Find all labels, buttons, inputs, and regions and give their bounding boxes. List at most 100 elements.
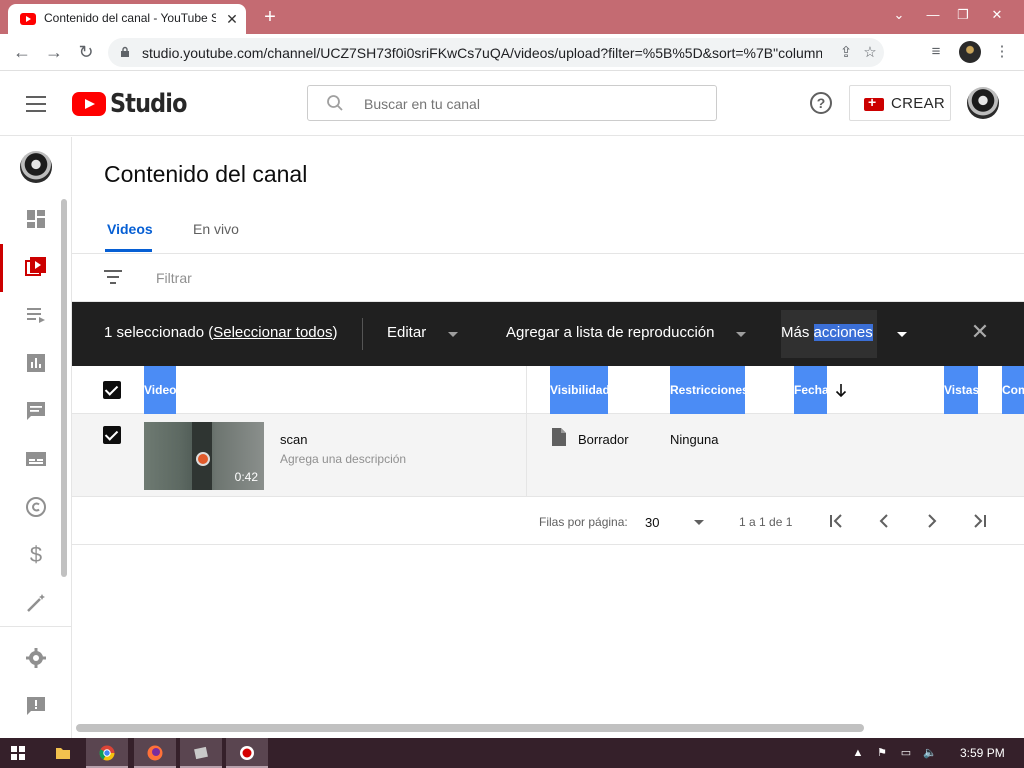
media-queue-icon[interactable]: ≡ (926, 42, 946, 62)
tab-videos[interactable]: Videos (107, 221, 153, 237)
taskbar-file-explorer[interactable] (42, 738, 84, 768)
tray-expand-icon[interactable]: ▲ (850, 745, 866, 761)
taskbar-clock[interactable]: 3:59 PM (960, 746, 1005, 760)
col-date[interactable]: Fecha (794, 366, 827, 414)
tray-network-icon[interactable]: ▭ (898, 745, 914, 761)
url-text: studio.youtube.com/channel/UCZ7SH73f0i0s… (142, 45, 822, 61)
bulk-action-bar: 1 seleccionado (Seleccionar todos) Edita… (72, 302, 1024, 366)
profile-avatar[interactable] (959, 41, 981, 63)
taskbar-app-generic[interactable] (180, 738, 222, 768)
video-thumbnail[interactable]: 0:42 (144, 422, 264, 490)
next-page-icon[interactable] (922, 511, 942, 531)
account-avatar[interactable] (967, 87, 999, 119)
playlists-icon[interactable] (24, 303, 48, 327)
bookmark-star-icon[interactable]: ☆ (860, 43, 880, 63)
content-icon[interactable] (24, 255, 48, 279)
video-duration: 0:42 (234, 470, 258, 484)
taskbar-recorder[interactable] (226, 738, 268, 768)
forward-icon[interactable]: → (42, 40, 66, 64)
video-title[interactable]: scan (280, 432, 307, 447)
active-tab-indicator (105, 249, 152, 252)
selection-summary: 1 seleccionado (Seleccionar todos) (104, 324, 338, 341)
settings-gear-icon[interactable] (24, 646, 48, 670)
window-close-icon[interactable]: ✕ (982, 3, 1012, 27)
select-all-checkbox[interactable] (103, 381, 121, 399)
add-to-playlist-dropdown[interactable]: Agregar a lista de reproducción (506, 324, 714, 341)
subtitles-icon[interactable] (24, 447, 48, 471)
selected-count: 1 seleccionado (104, 324, 205, 341)
channel-search[interactable] (307, 85, 717, 121)
new-tab-icon[interactable]: + (258, 5, 282, 29)
table-row[interactable]: 0:42 scan Agrega una descripción Borrado… (72, 414, 1024, 497)
video-description[interactable]: Agrega una descripción (280, 452, 406, 466)
col-visibility[interactable]: Visibilidad (550, 366, 608, 414)
playlist-caret-icon[interactable] (736, 332, 746, 337)
select-all-link[interactable]: Seleccionar todos (213, 324, 332, 341)
monetization-icon[interactable]: $ (24, 543, 48, 567)
restrictions-value: Ninguna (670, 432, 719, 447)
visibility-value[interactable]: Borrador (578, 432, 629, 447)
search-input[interactable] (364, 94, 694, 114)
dashboard-icon[interactable] (24, 207, 48, 231)
share-icon[interactable]: ⇪ (836, 43, 856, 63)
tray-volume-icon[interactable]: 🔈 (922, 745, 938, 761)
tabs-divider (72, 253, 1024, 254)
active-nav-indicator (0, 244, 3, 292)
comments-icon[interactable] (24, 399, 48, 423)
hamburger-menu-icon[interactable] (26, 96, 46, 112)
row-checkbox[interactable] (103, 426, 121, 444)
browser-tab[interactable]: Contenido del canal - YouTube Studio ✕ (8, 4, 246, 34)
taskbar-firefox[interactable] (134, 738, 176, 768)
col-restrictions[interactable]: Restricciones (670, 366, 745, 414)
main-content: Contenido del canal Videos En vivo Filtr… (72, 137, 1024, 740)
left-sidebar: $ (0, 137, 72, 740)
rows-per-page-select[interactable]: 30 (645, 515, 659, 530)
tab-live[interactable]: En vivo (193, 221, 239, 237)
tray-flag-icon[interactable]: ⚑ (874, 745, 890, 761)
help-icon[interactable]: ? (810, 92, 832, 114)
col-views[interactable]: Vistas (944, 366, 978, 414)
pagination: Filas por página: 30 1 a 1 de 1 (72, 497, 1024, 545)
rows-per-page-caret-icon[interactable] (694, 520, 704, 525)
edit-dropdown[interactable]: Editar (387, 324, 426, 341)
feedback-icon[interactable] (24, 694, 48, 718)
more-actions-dropdown[interactable]: Más acciones (781, 324, 873, 341)
sidebar-scrollbar[interactable] (61, 199, 67, 577)
analytics-icon[interactable] (24, 351, 48, 375)
previous-page-icon[interactable] (874, 511, 894, 531)
create-label: CREAR (891, 95, 946, 112)
first-page-icon[interactable] (826, 511, 846, 531)
page-range: 1 a 1 de 1 (739, 515, 793, 529)
filter-input[interactable]: Filtrar (156, 270, 192, 286)
close-selection-icon[interactable]: ✕ (970, 321, 990, 343)
reload-icon[interactable]: ↻ (74, 40, 98, 64)
windows-taskbar: ▲ ⚑ ▭ 🔈 3:59 PM (0, 738, 1024, 768)
more-actions-caret-icon[interactable] (897, 332, 907, 337)
customization-wand-icon[interactable] (24, 591, 48, 615)
firefox-icon (147, 745, 163, 761)
horizontal-scrollbar[interactable] (76, 724, 864, 732)
filter-icon[interactable] (104, 270, 122, 284)
tab-close-icon[interactable]: ✕ (224, 11, 240, 27)
channel-avatar[interactable] (20, 151, 52, 183)
copyright-icon[interactable] (24, 495, 48, 519)
studio-logo-text[interactable]: Studio (110, 89, 187, 119)
edit-caret-icon[interactable] (448, 332, 458, 337)
address-bar[interactable]: studio.youtube.com/channel/UCZ7SH73f0i0s… (108, 38, 884, 67)
create-button[interactable]: CREAR (849, 85, 951, 121)
youtube-favicon-icon (20, 13, 36, 25)
taskbar-chrome[interactable] (86, 738, 128, 768)
restore-icon[interactable]: ❐ (948, 3, 978, 27)
windows-start-icon[interactable] (11, 746, 25, 760)
tab-search-icon[interactable]: ⌄ (884, 3, 914, 27)
lock-icon (121, 46, 129, 57)
youtube-logo-icon[interactable] (72, 92, 106, 116)
sort-down-arrow-icon[interactable] (834, 380, 848, 400)
sidebar-divider (0, 626, 72, 627)
last-page-icon[interactable] (970, 511, 990, 531)
back-icon[interactable]: ← (10, 40, 34, 64)
menu-kebab-icon[interactable]: ⋮ (992, 42, 1012, 62)
col-comments[interactable]: Com (1002, 366, 1024, 414)
minimize-icon[interactable]: — (918, 3, 948, 27)
action-bar-separator (362, 318, 363, 350)
